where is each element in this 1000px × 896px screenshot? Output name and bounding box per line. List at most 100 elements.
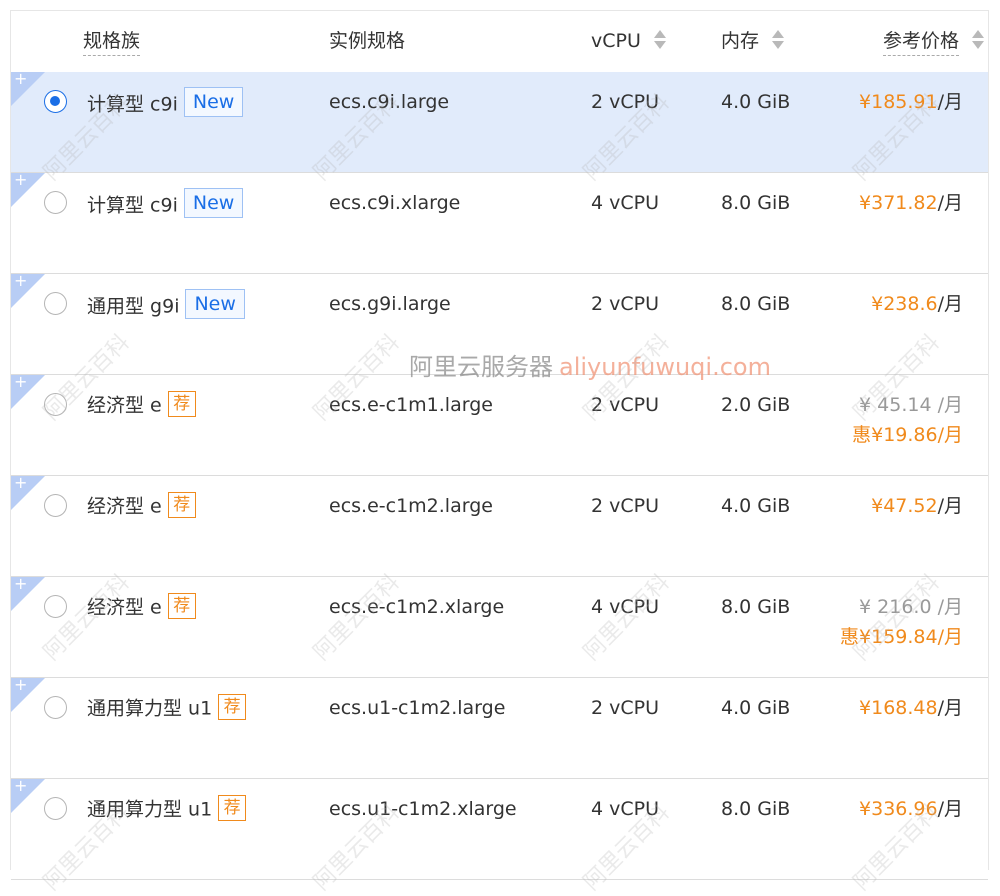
- memory-cell: 8.0 GiB: [721, 596, 791, 618]
- price-unit: /月: [937, 626, 963, 648]
- spec-cell: ecs.e-c1m2.xlarge: [329, 596, 505, 618]
- family-cell: 通用算力型 u1 荐: [87, 795, 247, 823]
- price-cell: ¥336.96/月: [859, 797, 963, 821]
- price-value: ¥168.48: [859, 697, 938, 719]
- vcpu-cell: 2 vCPU: [591, 697, 660, 719]
- family-cell: 通用算力型 u1 荐: [87, 694, 247, 722]
- family-name: 通用算力型 u1: [87, 798, 213, 821]
- vcpu-cell: 2 vCPU: [591, 495, 660, 517]
- price-cell: ¥47.52/月: [871, 494, 963, 518]
- radio-button[interactable]: [44, 393, 67, 416]
- price-value: ¥336.96: [859, 798, 938, 820]
- plus-icon[interactable]: +: [14, 473, 27, 493]
- price-unit: /月: [937, 697, 963, 719]
- plus-icon[interactable]: +: [14, 776, 27, 796]
- price-line: ¥238.6/月: [871, 292, 963, 316]
- recommend-badge: 荐: [218, 694, 247, 720]
- memory-cell: 8.0 GiB: [721, 293, 791, 315]
- family-name: 通用算力型 u1: [87, 697, 213, 720]
- header-price-label: 参考价格: [882, 30, 959, 56]
- price-value: ¥19.86: [871, 424, 938, 446]
- price-cell: ¥168.48/月: [859, 696, 963, 720]
- header-family-label: 规格族: [83, 30, 141, 56]
- sort-icon[interactable]: [972, 30, 984, 49]
- original-price: ¥ 216.0 /月: [859, 596, 963, 618]
- spec-cell: ecs.u1-c1m2.xlarge: [329, 798, 517, 820]
- memory-cell: 4.0 GiB: [721, 495, 791, 517]
- spec-cell: ecs.e-c1m2.large: [329, 495, 493, 517]
- header-vcpu-label: vCPU: [591, 30, 641, 52]
- family-name: 经济型 e: [87, 495, 162, 518]
- table-row[interactable]: + 经济型 e荐 ecs.e-c1m2.xlarge 4 vCPU 8.0 Gi…: [11, 574, 988, 678]
- price-cell: ¥ 45.14 /月 惠¥19.86/月: [852, 393, 963, 447]
- new-badge: New: [183, 188, 244, 218]
- family-name: 通用型 g9i: [87, 295, 180, 318]
- price-cell: ¥371.82/月: [859, 191, 963, 215]
- family-name: 经济型 e: [87, 394, 162, 417]
- table-row[interactable]: + 计算型 c9i New ecs.c9i.large 2 vCPU 4.0 Gi…: [11, 69, 988, 173]
- recommend-badge: 荐: [167, 391, 196, 417]
- vcpu-cell: 4 vCPU: [591, 596, 660, 618]
- family-name: 计算型 c9i: [87, 194, 178, 217]
- price-value: ¥47.52: [871, 495, 938, 517]
- radio-button[interactable]: [44, 292, 67, 315]
- header-memory[interactable]: 内存: [721, 29, 785, 53]
- memory-cell: 8.0 GiB: [721, 192, 791, 214]
- plus-icon[interactable]: +: [14, 170, 27, 190]
- header-spec: 实例规格: [329, 29, 405, 53]
- header-vcpu[interactable]: vCPU: [591, 29, 666, 53]
- plus-icon[interactable]: +: [14, 574, 27, 594]
- recommend-badge: 荐: [167, 492, 196, 518]
- recommend-badge: 荐: [218, 795, 247, 821]
- plus-icon[interactable]: +: [14, 69, 27, 89]
- price-line: ¥336.96/月: [859, 797, 963, 821]
- spec-cell: ecs.e-c1m1.large: [329, 394, 493, 416]
- recommend-badge: 荐: [167, 593, 196, 619]
- spec-cell: ecs.g9i.large: [329, 293, 451, 315]
- memory-cell: 4.0 GiB: [721, 697, 791, 719]
- price-line: ¥371.82/月: [859, 191, 963, 215]
- header-price[interactable]: 参考价格: [882, 29, 984, 56]
- table-header: 规格族 实例规格 vCPU 内存 参考价格: [11, 11, 988, 73]
- family-name: 经济型 e: [87, 596, 162, 619]
- price-cell: ¥ 216.0 /月 惠¥159.84/月: [840, 595, 963, 649]
- header-family: 规格族: [83, 29, 141, 56]
- radio-button[interactable]: [44, 797, 67, 820]
- price-unit: /月: [937, 424, 963, 446]
- family-cell: 经济型 e荐: [87, 593, 196, 621]
- price-line: ¥168.48/月: [859, 696, 963, 720]
- price-value: ¥159.84: [859, 626, 938, 648]
- discount-price-line: 惠¥159.84/月: [840, 625, 963, 649]
- radio-button[interactable]: [44, 90, 67, 113]
- price-value: ¥185.91: [859, 91, 938, 113]
- radio-button[interactable]: [44, 696, 67, 719]
- discount-prefix: 惠: [840, 626, 860, 648]
- radio-button[interactable]: [44, 191, 67, 214]
- radio-button[interactable]: [44, 494, 67, 517]
- plus-icon[interactable]: +: [14, 372, 27, 392]
- family-cell: 经济型 e荐: [87, 492, 196, 520]
- table-row[interactable]: + 通用型 g9i New ecs.g9i.large 2 vCPU 8.0 Gi…: [11, 271, 988, 375]
- family-name: 计算型 c9i: [87, 93, 178, 116]
- table-row[interactable]: + 通用算力型 u1 荐 ecs.u1-c1m2.large 2 vCPU 4.0…: [11, 675, 988, 779]
- sort-icon[interactable]: [653, 30, 666, 49]
- table-row[interactable]: + 计算型 c9i New ecs.c9i.xlarge 4 vCPU 8.0 G…: [11, 170, 988, 274]
- family-cell: 计算型 c9i New: [87, 87, 244, 120]
- plus-icon[interactable]: +: [14, 675, 27, 695]
- price-line: ¥185.91/月: [859, 90, 963, 114]
- memory-cell: 4.0 GiB: [721, 91, 791, 113]
- table-row[interactable]: + 经济型 e荐 ecs.e-c1m1.large 2 vCPU 2.0 GiB…: [11, 372, 988, 476]
- price-line: ¥47.52/月: [871, 494, 963, 518]
- plus-icon[interactable]: +: [14, 271, 27, 291]
- new-badge: New: [183, 87, 244, 117]
- price-value: ¥238.6: [871, 293, 938, 315]
- price-cell: ¥238.6/月: [871, 292, 963, 316]
- vcpu-cell: 2 vCPU: [591, 293, 660, 315]
- radio-button[interactable]: [44, 595, 67, 618]
- price-unit: /月: [937, 192, 963, 214]
- spec-cell: ecs.u1-c1m2.large: [329, 697, 506, 719]
- table-row[interactable]: + 经济型 e荐 ecs.e-c1m2.large 2 vCPU 4.0 GiB…: [11, 473, 988, 577]
- original-price: ¥ 45.14 /月: [859, 394, 963, 416]
- family-cell: 经济型 e荐: [87, 391, 196, 419]
- sort-icon[interactable]: [772, 30, 785, 49]
